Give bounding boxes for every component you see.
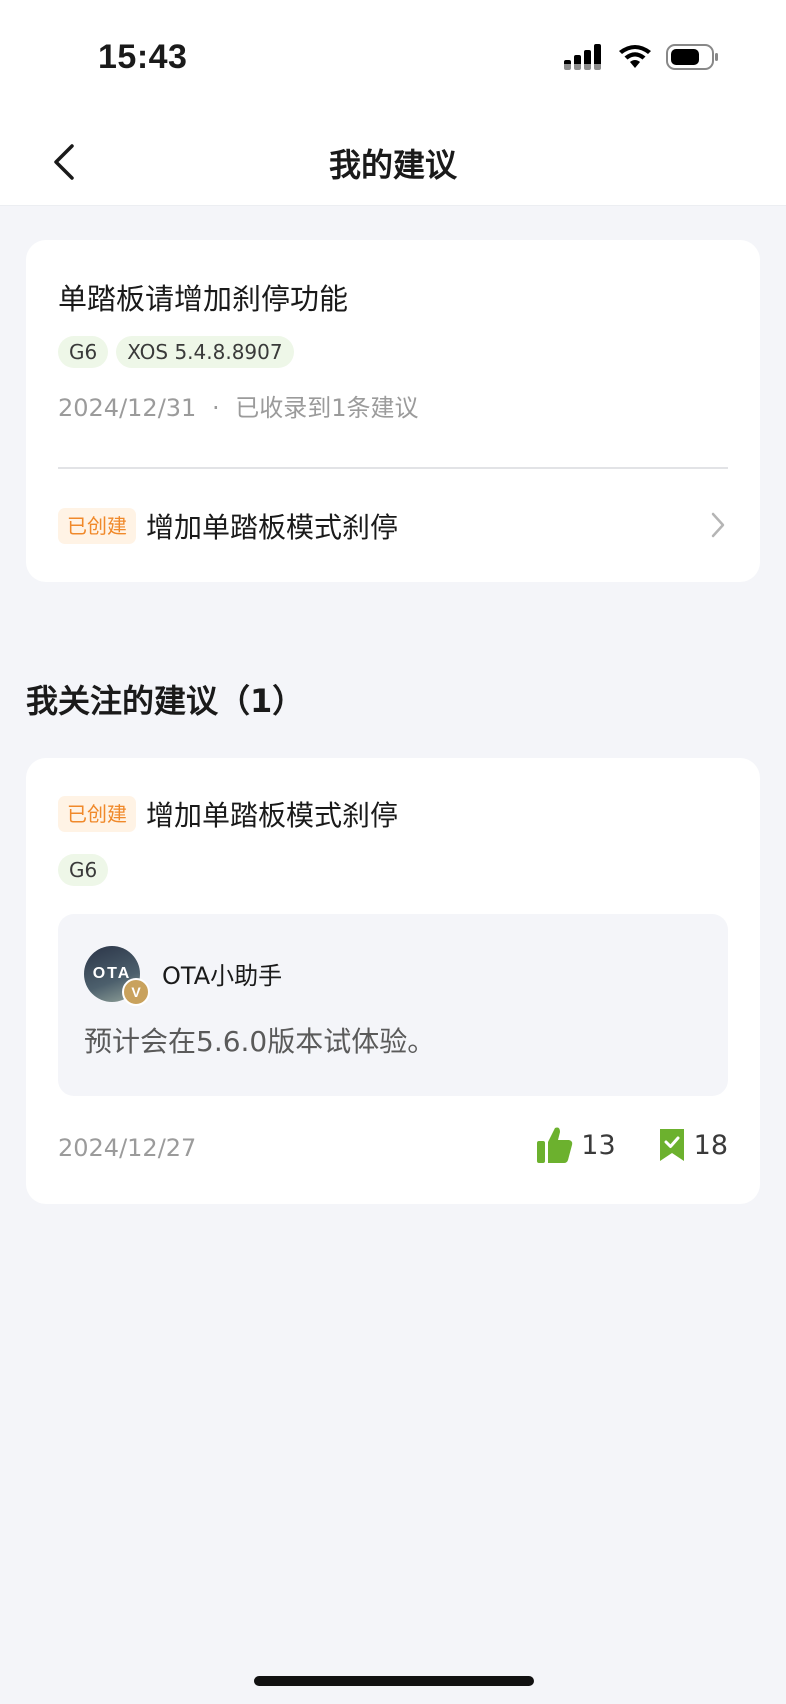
verified-badge-icon: V [122, 978, 150, 1006]
screen: 15:43 我的建议 单踏板请增加刹停功能 G6 XOS 5.4.8.8907 … [0, 0, 786, 1704]
action-bar: 13 18 [537, 1126, 728, 1164]
reply-author: OTA小助手 [162, 962, 283, 990]
linked-suggestion-title: 增加单踏板模式刹停 [146, 511, 399, 544]
tag-model: G6 [58, 854, 109, 886]
bookmark-check-icon [659, 1129, 684, 1161]
bookmark-count: 18 [693, 1129, 728, 1161]
followed-suggestion-card[interactable]: 已创建 增加单踏板模式刹停 G6 OTA V OTA小助手 预计会在5.6.0版… [26, 758, 760, 1204]
like-button[interactable]: 13 [537, 1126, 616, 1164]
divider [58, 467, 728, 469]
official-reply: OTA V OTA小助手 预计会在5.6.0版本试体验。 [58, 914, 728, 1096]
suggestion-meta: 2024/12/31 · 已收录到1条建议 [58, 388, 419, 423]
tag-list: G6 [58, 854, 109, 886]
meta-separator: · [211, 394, 220, 422]
linked-suggestion-row[interactable]: 已创建 增加单踏板模式刹停 [58, 506, 728, 546]
status-icons [564, 44, 720, 70]
signal-icon [564, 44, 601, 70]
page-title: 我的建议 [328, 146, 457, 184]
collected-count: 已收录到1条建议 [235, 394, 419, 422]
tag-model: G6 [58, 336, 109, 368]
suggestion-title: 单踏板请增加刹停功能 [58, 282, 349, 316]
followed-section-title: 我关注的建议（1） [26, 682, 305, 720]
suggestion-date: 2024/12/31 [58, 394, 197, 422]
chevron-right-icon [711, 512, 725, 538]
status-badge: 已创建 [58, 508, 136, 544]
followed-title-row: 已创建 增加单踏板模式刹停 [58, 794, 728, 834]
battery-icon [666, 44, 718, 70]
tag-version: XOS 5.4.8.8907 [116, 336, 294, 368]
status-time: 15:43 [98, 38, 188, 76]
followed-suggestion-title: 增加单踏板模式刹停 [146, 799, 399, 832]
status-bar: 15:43 [0, 0, 786, 118]
nav-bar: 我的建议 [0, 118, 786, 206]
tag-list: G6 XOS 5.4.8.8907 [58, 336, 294, 368]
followed-date: 2024/12/27 [58, 1134, 197, 1162]
bookmark-button[interactable]: 18 [658, 1128, 728, 1162]
my-suggestion-card[interactable]: 单踏板请增加刹停功能 G6 XOS 5.4.8.8907 2024/12/31 … [26, 240, 760, 582]
reply-text: 预计会在5.6.0版本试体验。 [84, 1025, 436, 1058]
like-count: 13 [581, 1129, 616, 1161]
wifi-icon [619, 45, 651, 68]
thumbs-up-icon [537, 1127, 573, 1163]
home-indicator[interactable] [254, 1676, 534, 1686]
status-badge: 已创建 [58, 796, 136, 832]
